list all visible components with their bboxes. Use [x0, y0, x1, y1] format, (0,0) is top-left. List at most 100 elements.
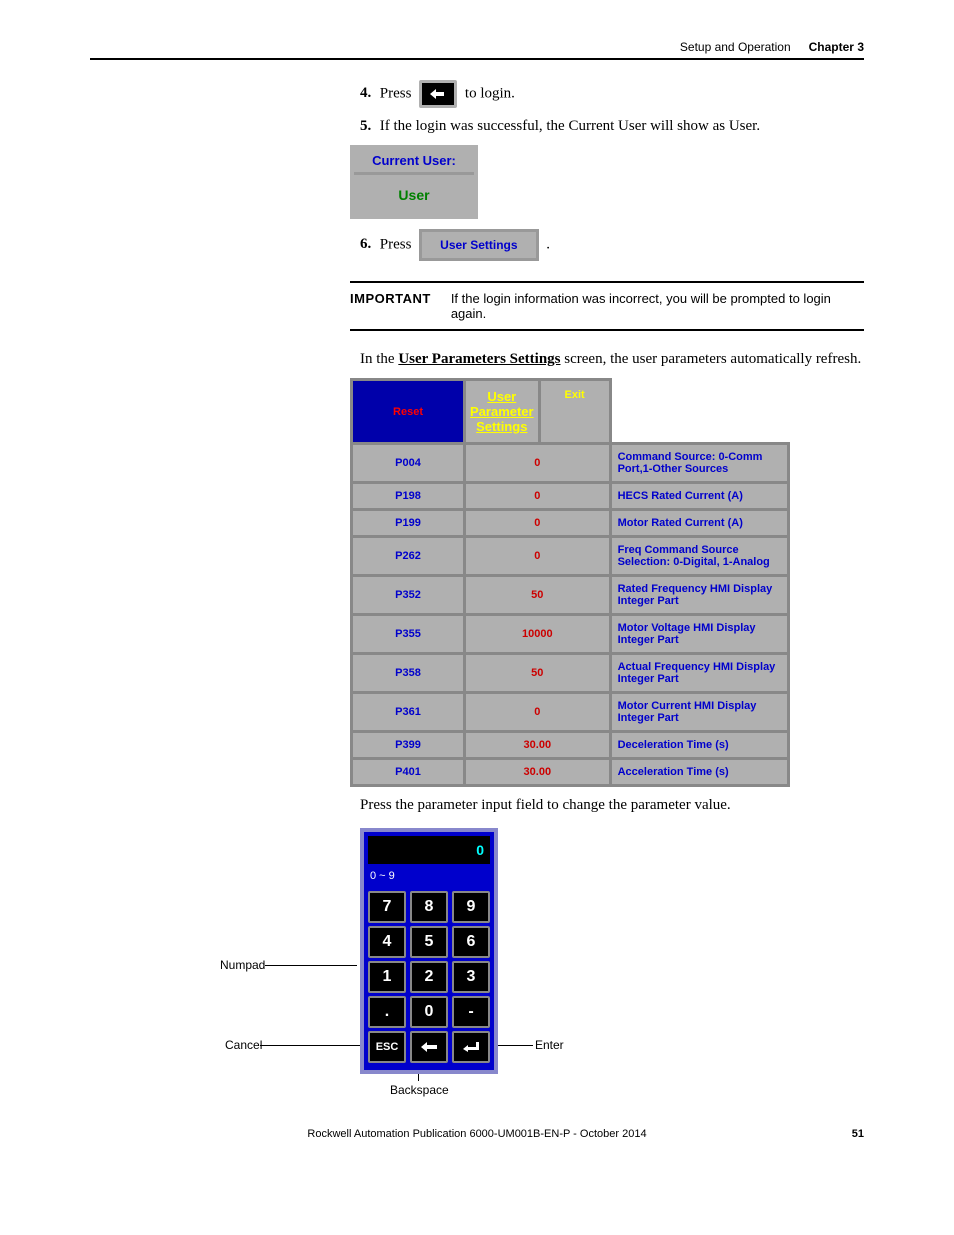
param-desc: Actual Frequency HMI Display Integer Par…: [610, 654, 788, 693]
page-footer: Rockwell Automation Publication 6000-UM0…: [90, 1128, 864, 1140]
table-row: P2620Freq Command Source Selection: 0-Di…: [352, 537, 789, 576]
table-row: P35250Rated Frequency HMI Display Intege…: [352, 576, 789, 615]
enter-key-icon: [419, 80, 457, 108]
table-row: P1990Motor Rated Current (A): [352, 510, 789, 537]
param-desc: Command Source: 0-Comm Port,1-Other Sour…: [610, 444, 788, 483]
step-6-post: .: [546, 236, 550, 252]
param-code: P355: [352, 615, 465, 654]
param-value[interactable]: 10000: [465, 615, 611, 654]
param-value[interactable]: 50: [465, 654, 611, 693]
important-label: IMPORTANT: [350, 291, 431, 321]
step-6-pre: Press: [380, 236, 412, 252]
step-4-post: to login.: [465, 85, 515, 101]
numpad-callout: Numpad: [220, 958, 265, 972]
numpad-display: 0: [368, 836, 490, 864]
step-5-text: If the login was successful, the Current…: [380, 118, 760, 134]
table-row: P1980HECS Rated Current (A): [352, 483, 789, 510]
step-4-num: 4.: [360, 85, 376, 102]
key-2[interactable]: 2: [410, 961, 448, 993]
current-user-panel: Current User: User: [350, 145, 478, 219]
backspace-callout: Backspace: [390, 1083, 449, 1097]
numpad-range: 0 ~ 9: [364, 868, 494, 884]
param-code: P004: [352, 444, 465, 483]
current-user-value: User: [354, 172, 474, 215]
numpad: 0 0 ~ 9 7 8 9 4 5 6 1 2: [360, 828, 498, 1074]
key-dot[interactable]: .: [368, 996, 406, 1028]
param-code: P199: [352, 510, 465, 537]
footer-text: Rockwell Automation Publication 6000-UM0…: [307, 1128, 646, 1140]
param-desc: Motor Current HMI Display Integer Part: [610, 693, 788, 732]
key-0[interactable]: 0: [410, 996, 448, 1028]
param-code: P361: [352, 693, 465, 732]
param-code: P198: [352, 483, 465, 510]
param-desc: Acceleration Time (s): [610, 759, 788, 786]
user-settings-button[interactable]: User Settings: [419, 229, 538, 261]
important-text: If the login information was incorrect, …: [451, 291, 864, 321]
step-6: 6. Press User Settings .: [360, 229, 864, 261]
key-9[interactable]: 9: [452, 891, 490, 923]
user-parameters-settings-link: User Parameters Settings: [398, 351, 560, 367]
key-minus[interactable]: -: [452, 996, 490, 1028]
param-value[interactable]: 30.00: [465, 759, 611, 786]
back-arrow-icon: [420, 1041, 438, 1053]
exit-button[interactable]: Exit: [538, 381, 609, 442]
step-4: 4. Press to login.: [360, 80, 864, 108]
param-code: P399: [352, 732, 465, 759]
key-enter[interactable]: [452, 1031, 490, 1063]
key-4[interactable]: 4: [368, 926, 406, 958]
param-desc: Motor Voltage HMI Display Integer Part: [610, 615, 788, 654]
enter-arrow-icon: [462, 1041, 480, 1053]
step-5-num: 5.: [360, 118, 376, 135]
param-desc: Freq Command Source Selection: 0-Digital…: [610, 537, 788, 576]
key-5[interactable]: 5: [410, 926, 448, 958]
param-code: P262: [352, 537, 465, 576]
param-desc: Deceleration Time (s): [610, 732, 788, 759]
body-text-2: Press the parameter input field to chang…: [360, 797, 864, 814]
page-number: 51: [852, 1128, 864, 1140]
step-6-num: 6.: [360, 236, 376, 253]
key-6[interactable]: 6: [452, 926, 490, 958]
enter-callout: Enter: [535, 1038, 564, 1052]
step-5: 5. If the login was successful, the Curr…: [360, 118, 864, 135]
header-section: Setup and Operation: [680, 40, 791, 54]
body1-pre: In the: [360, 351, 398, 367]
param-desc: HECS Rated Current (A): [610, 483, 788, 510]
key-7[interactable]: 7: [368, 891, 406, 923]
param-value[interactable]: 0: [465, 693, 611, 732]
key-backspace[interactable]: [410, 1031, 448, 1063]
param-code: P358: [352, 654, 465, 693]
key-8[interactable]: 8: [410, 891, 448, 923]
param-value[interactable]: 0: [465, 537, 611, 576]
table-row: P35510000Motor Voltage HMI Display Integ…: [352, 615, 789, 654]
param-code: P352: [352, 576, 465, 615]
param-desc: Rated Frequency HMI Display Integer Part: [610, 576, 788, 615]
param-code: P401: [352, 759, 465, 786]
reset-button[interactable]: Reset: [352, 380, 465, 444]
body1-post: screen, the user parameters automaticall…: [561, 351, 862, 367]
param-value[interactable]: 0: [465, 510, 611, 537]
param-value[interactable]: 0: [465, 483, 611, 510]
param-value[interactable]: 30.00: [465, 732, 611, 759]
param-desc: Motor Rated Current (A): [610, 510, 788, 537]
key-3[interactable]: 3: [452, 961, 490, 993]
table-row: P35850Actual Frequency HMI Display Integ…: [352, 654, 789, 693]
table-row: P0040Command Source: 0-Comm Port,1-Other…: [352, 444, 789, 483]
body-text-1: In the User Parameters Settings screen, …: [360, 351, 864, 368]
numpad-line: [265, 965, 357, 966]
step-4-pre: Press: [380, 85, 412, 101]
cancel-line: [260, 1045, 370, 1046]
param-value[interactable]: 0: [465, 444, 611, 483]
param-value[interactable]: 50: [465, 576, 611, 615]
table-row: P3610Motor Current HMI Display Integer P…: [352, 693, 789, 732]
current-user-label: Current User:: [354, 149, 474, 172]
key-esc[interactable]: ESC: [368, 1031, 406, 1063]
key-1[interactable]: 1: [368, 961, 406, 993]
page-header: Setup and Operation Chapter 3: [90, 40, 864, 60]
important-box: IMPORTANT If the login information was i…: [350, 281, 864, 331]
param-table-title-text: User Parameter Settings: [466, 381, 538, 442]
table-row: P40130.00Acceleration Time (s): [352, 759, 789, 786]
table-row: P39930.00Deceleration Time (s): [352, 732, 789, 759]
header-chapter: Chapter 3: [809, 40, 864, 54]
cancel-callout: Cancel: [225, 1038, 262, 1052]
parameter-table: Reset x User Parameter Settings Exit P00…: [350, 378, 790, 787]
